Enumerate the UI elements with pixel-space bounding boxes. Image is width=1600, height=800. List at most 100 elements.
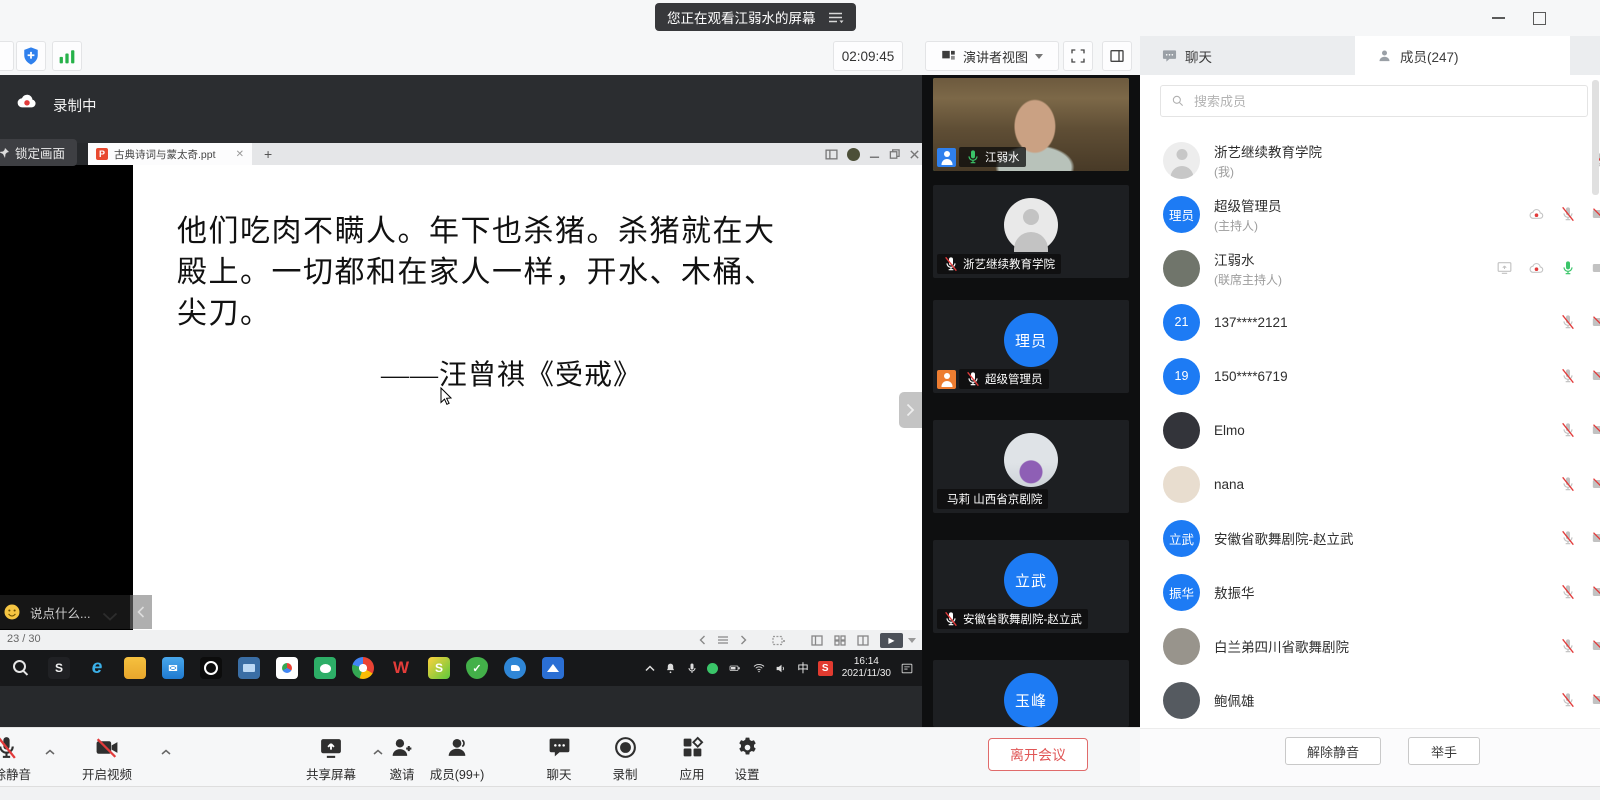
video-options-icon[interactable] — [160, 748, 172, 756]
tab-members[interactable]: 成员(247) — [1355, 36, 1570, 75]
sogou-input-icon[interactable]: S — [818, 661, 833, 676]
tray-green-status-icon[interactable] — [707, 663, 718, 674]
member-row[interactable]: 21 137****2121 — [1140, 295, 1600, 349]
member-search[interactable] — [1160, 85, 1588, 117]
start-video-button[interactable]: 开启视频 — [62, 735, 152, 783]
battery-icon[interactable] — [727, 662, 743, 674]
mic-options-icon[interactable] — [44, 748, 56, 756]
wifi-icon[interactable] — [752, 662, 766, 674]
raise-hand-button[interactable]: 举手 — [1408, 737, 1480, 765]
member-row[interactable]: 浙艺继续教育学院 (我) — [1140, 133, 1600, 187]
taskbar-app-icon[interactable] — [10, 657, 32, 679]
new-tab-button[interactable]: + — [264, 146, 272, 162]
minimize-button[interactable] — [1483, 7, 1513, 29]
panel-scrollbar[interactable] — [1592, 80, 1599, 195]
slideshow-play-button[interactable]: ▶ — [880, 633, 903, 648]
annotate-icon[interactable] — [772, 635, 786, 646]
side-panel-toggle-button[interactable] — [1102, 41, 1132, 71]
taskbar-app-icon[interactable] — [200, 657, 222, 679]
video-tile[interactable]: 理员 超级管理员 — [933, 300, 1129, 393]
tray-expand-icon[interactable] — [645, 665, 655, 672]
taskbar-app-icon[interactable] — [86, 657, 108, 679]
member-avatar: 立武 — [1163, 520, 1200, 557]
video-tile[interactable]: 马莉 山西省京剧院 — [933, 420, 1129, 513]
invite-button[interactable]: 邀请 — [377, 735, 427, 783]
emoji-icon[interactable] — [3, 603, 21, 621]
video-tile[interactable]: 江弱水 — [933, 78, 1129, 171]
watching-banner[interactable]: 您正在观看江弱水的屏幕 — [655, 3, 856, 31]
reading-view-icon[interactable] — [857, 635, 869, 646]
screen-chat-input[interactable]: 说点什么... — [0, 595, 133, 629]
taskbar-app-icon[interactable] — [390, 657, 412, 679]
taskbar-app-icon[interactable] — [124, 657, 146, 679]
close-tab-icon[interactable]: ✕ — [236, 149, 244, 160]
volume-icon[interactable] — [775, 662, 788, 675]
member-avatar — [1163, 628, 1200, 665]
member-row[interactable]: 鲍佩雄 — [1140, 673, 1600, 727]
member-row[interactable]: nana — [1140, 457, 1600, 511]
maximize-button[interactable] — [1524, 7, 1554, 29]
video-tile[interactable]: 浙艺继续教育学院 — [933, 185, 1129, 278]
slide-list-icon[interactable] — [717, 635, 729, 645]
next-slide-icon[interactable] — [740, 635, 747, 645]
video-tile[interactable]: 立武 安徽省歌舞剧院-赵立武 — [933, 540, 1129, 633]
member-avatar — [1163, 142, 1200, 179]
network-signal-icon[interactable] — [52, 41, 82, 71]
expand-videos-button[interactable] — [899, 392, 922, 428]
ime-indicator[interactable]: 中 — [797, 660, 809, 676]
taskbar-app-icon[interactable] — [48, 657, 70, 679]
taskbar-app-icon[interactable] — [238, 657, 260, 679]
normal-view-icon[interactable] — [811, 635, 823, 646]
bell-icon[interactable] — [664, 662, 677, 675]
previous-slide-icon[interactable] — [699, 635, 706, 645]
meeting-toolbar: 解除静音 开启视频 共享屏幕 邀请 成员(99+) 聊天 录制 — [0, 727, 1140, 787]
members-button[interactable]: 成员(99+) — [422, 735, 492, 783]
tray-mic-icon[interactable] — [686, 662, 698, 675]
close-icon[interactable] — [909, 149, 920, 160]
member-row[interactable]: 19 150****6719 — [1140, 349, 1600, 403]
unmute-button[interactable]: 解除静音 — [0, 735, 38, 783]
taskbar-app-icon[interactable] — [162, 657, 184, 679]
account-avatar[interactable] — [847, 148, 860, 161]
taskbar-app-icon[interactable] — [466, 657, 488, 679]
chat-collapse-button[interactable] — [130, 595, 152, 629]
ppt-tab-title: 古典诗词与蒙太奇.ppt — [114, 147, 230, 162]
search-input[interactable] — [1192, 93, 1577, 110]
settings-button[interactable]: 设置 — [723, 735, 771, 783]
apps-button[interactable]: 应用 — [668, 735, 716, 783]
leave-meeting-button[interactable]: 离开会议 — [988, 738, 1088, 771]
taskbar-app-icon[interactable] — [428, 657, 450, 679]
taskbar-app-icon[interactable] — [352, 657, 374, 679]
video-tile[interactable]: 玉峰 玉峰 — [933, 660, 1129, 727]
record-button[interactable]: 录制 — [600, 735, 650, 783]
ppt-document-tab[interactable]: P 古典诗词与蒙太奇.ppt ✕ — [88, 143, 252, 165]
security-shield-icon[interactable] — [16, 41, 46, 71]
clipped-icon-button[interactable] — [0, 41, 14, 71]
chat-button[interactable]: 聊天 — [537, 735, 581, 783]
taskbar-app-icon[interactable] — [542, 657, 564, 679]
windows-taskbar: 中 S 16:14 2021/11/30 — [0, 650, 922, 686]
member-row[interactable]: 江弱水 (联席主持人) — [1140, 241, 1600, 295]
member-row[interactable]: 振华 敖振华 — [1140, 565, 1600, 619]
member-row[interactable]: 理员 超级管理员 (主持人) — [1140, 187, 1600, 241]
view-mode-switcher[interactable]: 演讲者视图 — [925, 41, 1059, 71]
member-row[interactable]: 白兰弟四川省歌舞剧院 — [1140, 619, 1600, 673]
tab-chat[interactable]: 聊天 — [1140, 36, 1355, 75]
taskbar-app-icon[interactable] — [276, 657, 298, 679]
grid-view-icon[interactable] — [834, 635, 846, 646]
lock-view-button[interactable]: 锁定画面 — [0, 139, 77, 166]
banner-menu-icon[interactable] — [828, 11, 844, 24]
taskbar-clock[interactable]: 16:14 2021/11/30 — [842, 656, 891, 680]
taskbar-app-icon[interactable] — [504, 657, 526, 679]
minimize-icon[interactable] — [869, 149, 880, 160]
fullscreen-button[interactable] — [1063, 41, 1093, 71]
layout-small-icon[interactable] — [825, 149, 838, 160]
notification-center-icon[interactable] — [900, 662, 914, 675]
member-row[interactable]: 立武 安徽省歌舞剧院-赵立武 — [1140, 511, 1600, 565]
member-row[interactable]: Elmo — [1140, 403, 1600, 457]
share-screen-button[interactable]: 共享屏幕 — [292, 735, 370, 783]
play-options-icon[interactable] — [908, 638, 916, 643]
taskbar-app-icon[interactable] — [314, 657, 336, 679]
unmute-all-button[interactable]: 解除静音 — [1285, 737, 1381, 765]
restore-icon[interactable] — [889, 149, 900, 160]
